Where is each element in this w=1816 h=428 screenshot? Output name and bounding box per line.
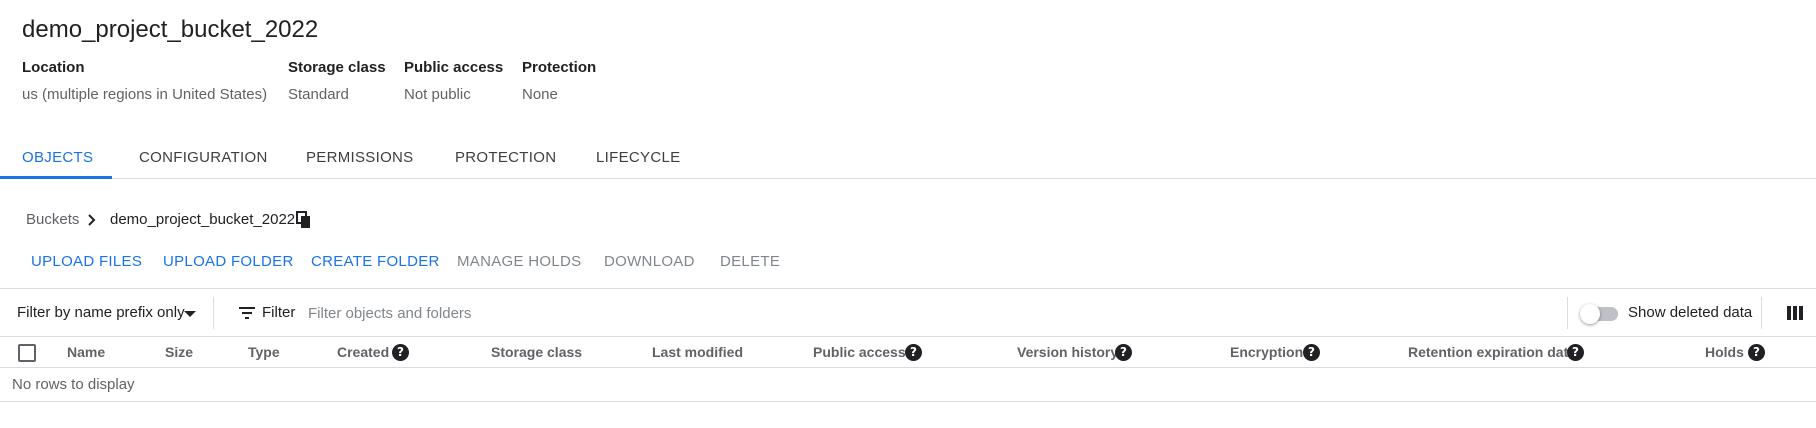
protection-value: None [522,86,558,103]
manage-holds-button[interactable]: MANAGE HOLDS [457,253,581,270]
column-header-holds[interactable]: Holds [1705,344,1744,360]
help-icon[interactable]: ? [1748,344,1765,361]
column-header-last-modified[interactable]: Last modified [652,344,743,360]
upload-folder-button[interactable]: UPLOAD FOLDER [163,253,294,270]
public-access-value: Not public [404,86,471,103]
upload-files-button[interactable]: UPLOAD FILES [31,253,142,270]
filter-label: Filter [262,304,296,321]
column-display-icon[interactable] [1787,305,1803,321]
help-icon[interactable]: ? [905,344,922,361]
select-all-checkbox[interactable] [18,344,36,362]
breadcrumb-current-bucket: demo_project_bucket_2022 [110,211,296,228]
storage-class-label: Storage class [288,59,386,76]
filter-input[interactable] [308,298,908,328]
bucket-tabs: OBJECTS CONFIGURATION PERMISSIONS PROTEC… [0,138,1816,179]
tab-objects[interactable]: OBJECTS [22,149,93,166]
empty-table-row: No rows to display [0,368,1816,402]
active-tab-indicator [0,176,112,179]
help-icon[interactable]: ? [1115,344,1132,361]
breadcrumb-buckets-link[interactable]: Buckets [26,211,79,228]
filter-prefix-select[interactable]: Filter by name prefix only [17,304,185,321]
filter-bar: Filter by name prefix only Filter Show d… [0,288,1816,337]
help-icon[interactable]: ? [392,344,409,361]
column-header-storage-class[interactable]: Storage class [491,344,582,360]
column-header-version-history[interactable]: Version history [1017,344,1118,360]
filter-list-icon [239,307,255,319]
dropdown-arrow-icon[interactable] [184,311,196,317]
table-header: Name Size Type Created ? Storage class L… [0,337,1816,368]
protection-label: Protection [522,59,597,76]
tab-configuration[interactable]: CONFIGURATION [139,149,268,166]
column-header-created[interactable]: Created [337,344,389,360]
copy-icon[interactable] [295,211,313,229]
location-value: us (multiple regions in United States) [22,86,268,103]
tab-lifecycle[interactable]: LIFECYCLE [596,149,680,166]
column-header-public-access[interactable]: Public access [813,344,906,360]
column-header-size[interactable]: Size [165,344,193,360]
delete-button[interactable]: DELETE [720,253,780,270]
location-label: Location [22,59,85,76]
storage-class-value: Standard [288,86,349,103]
column-header-name[interactable]: Name [67,344,105,360]
column-header-retention-expiration-date[interactable]: Retention expiration date [1408,344,1576,360]
divider [1567,297,1568,329]
column-header-type[interactable]: Type [248,344,280,360]
bucket-title: demo_project_bucket_2022 [22,16,319,43]
tab-permissions[interactable]: PERMISSIONS [306,149,414,166]
public-access-label: Public access [404,59,504,76]
tab-protection[interactable]: PROTECTION [455,149,556,166]
create-folder-button[interactable]: CREATE FOLDER [311,253,440,270]
column-header-encryption[interactable]: Encryption [1230,344,1303,360]
empty-state-text: No rows to display [12,376,135,393]
help-icon[interactable]: ? [1567,344,1584,361]
divider [213,297,214,329]
download-button[interactable]: DOWNLOAD [604,253,695,270]
chevron-right-icon [88,214,96,226]
toggle-knob [1580,304,1600,324]
show-deleted-toggle[interactable] [1580,303,1618,324]
divider [1761,297,1762,329]
help-icon[interactable]: ? [1303,344,1320,361]
show-deleted-label: Show deleted data [1628,304,1753,321]
